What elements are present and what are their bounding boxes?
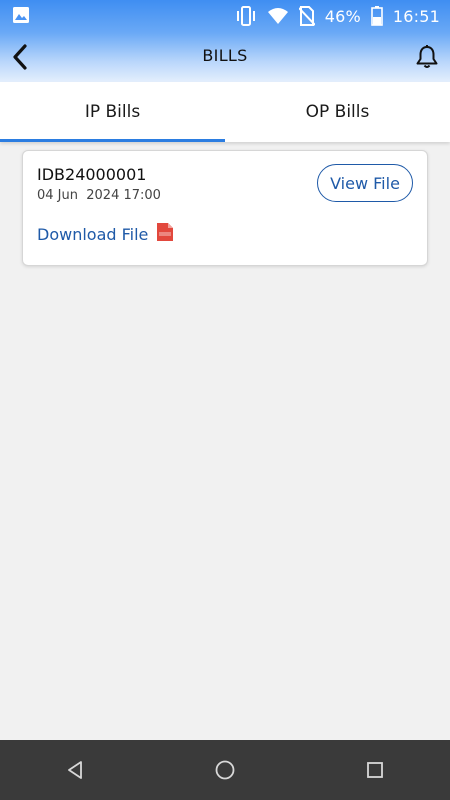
screen: 46% 16:51 BILLS IP Bills OP Bills IDB240…	[0, 0, 450, 800]
bell-icon	[416, 45, 438, 68]
status-time: 16:51	[392, 6, 440, 26]
status-bar: 46% 16:51	[0, 0, 450, 32]
nav-recents-icon	[367, 762, 383, 778]
download-file-link[interactable]: Download File	[37, 222, 174, 246]
bill-date: 04 Jun 2024 17:00	[37, 188, 161, 203]
battery-percent: 46%	[324, 6, 361, 26]
wifi-icon	[267, 7, 289, 25]
nav-back-icon	[68, 761, 82, 779]
bill-tabs: IP Bills OP Bills	[0, 82, 450, 142]
pdf-icon	[156, 222, 174, 246]
page-title: BILLS	[202, 46, 248, 65]
system-nav-bar	[0, 740, 450, 800]
tab-op-bills[interactable]: OP Bills	[225, 82, 450, 142]
battery-icon	[371, 6, 383, 26]
bill-card: IDB24000001 04 Jun 2024 17:00 View File …	[22, 150, 428, 266]
tab-ip-bills[interactable]: IP Bills	[0, 82, 225, 142]
no-sim-icon	[298, 6, 315, 26]
nav-recents-button[interactable]	[345, 745, 405, 795]
status-bar-right: 46% 16:51	[235, 0, 440, 32]
vibrate-icon	[235, 6, 257, 26]
nav-back-button[interactable]	[45, 745, 105, 795]
nav-home-button[interactable]	[195, 745, 255, 795]
top-banner: 46% 16:51 BILLS	[0, 0, 450, 82]
app-header: BILLS	[0, 32, 450, 82]
gallery-icon	[12, 6, 30, 24]
download-file-label: Download File	[37, 224, 149, 244]
nav-home-icon	[215, 760, 235, 780]
bill-id: IDB24000001	[37, 165, 147, 184]
view-file-button[interactable]: View File	[317, 164, 413, 202]
notifications-button[interactable]	[412, 42, 442, 72]
